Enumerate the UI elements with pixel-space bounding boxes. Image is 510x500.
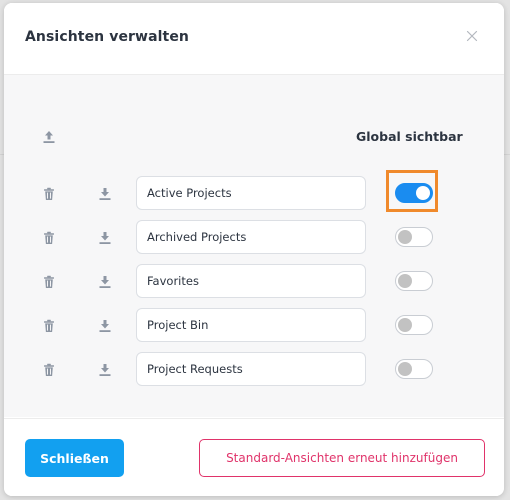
toggle-knob xyxy=(398,362,412,376)
global-visible-toggle[interactable] xyxy=(395,183,433,203)
restore-default-views-button[interactable]: Standard-Ansichten erneut hinzufügen xyxy=(199,439,485,477)
manage-views-dialog: Ansichten verwalten Global sichtbar Schl… xyxy=(4,3,504,496)
download-icon[interactable] xyxy=(97,274,113,290)
toggle-knob xyxy=(398,274,412,288)
toggle-knob xyxy=(398,230,412,244)
trash-icon[interactable] xyxy=(42,362,56,376)
dialog-body: Global sichtbar xyxy=(4,75,504,417)
download-icon[interactable] xyxy=(97,362,113,378)
view-name-input[interactable] xyxy=(136,308,366,342)
global-visible-toggle[interactable] xyxy=(395,227,433,247)
toggle-knob xyxy=(398,318,412,332)
global-visible-toggle[interactable] xyxy=(395,315,433,335)
view-name-input[interactable] xyxy=(136,264,366,298)
toggle-knob xyxy=(416,186,430,200)
view-row xyxy=(4,264,504,300)
dialog-header: Ansichten verwalten xyxy=(4,3,504,75)
close-icon[interactable] xyxy=(464,28,480,44)
view-row xyxy=(4,352,504,388)
trash-icon[interactable] xyxy=(42,186,56,200)
trash-icon[interactable] xyxy=(42,318,56,332)
view-row xyxy=(4,220,504,256)
upload-icon[interactable] xyxy=(41,129,57,145)
download-icon[interactable] xyxy=(97,318,113,334)
global-visible-column-header: Global sichtbar xyxy=(356,129,463,144)
close-button[interactable]: Schließen xyxy=(25,439,124,477)
view-name-input[interactable] xyxy=(136,176,366,210)
dialog-title: Ansichten verwalten xyxy=(25,29,189,45)
trash-icon[interactable] xyxy=(42,230,56,244)
download-icon[interactable] xyxy=(97,186,113,202)
global-visible-toggle[interactable] xyxy=(395,359,433,379)
backdrop-divider xyxy=(504,154,510,155)
view-row xyxy=(4,170,504,212)
view-row xyxy=(4,308,504,344)
global-visible-toggle[interactable] xyxy=(395,271,433,291)
trash-icon[interactable] xyxy=(42,274,56,288)
download-icon[interactable] xyxy=(97,230,113,246)
view-name-input[interactable] xyxy=(136,352,366,386)
dialog-footer: Schließen Standard-Ansichten erneut hinz… xyxy=(4,418,504,496)
view-name-input[interactable] xyxy=(136,220,366,254)
